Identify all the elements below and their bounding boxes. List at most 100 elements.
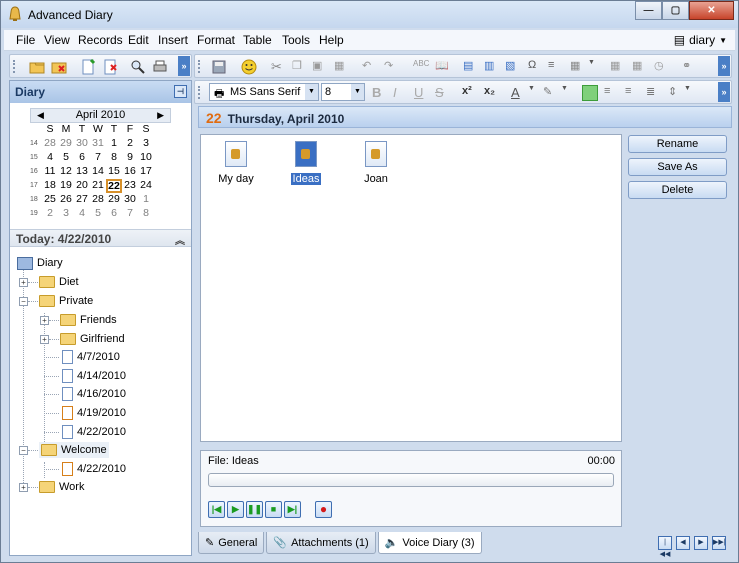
line-spacing-icon[interactable]: ⇕ — [668, 85, 684, 101]
cut-icon[interactable]: ✂ — [271, 59, 287, 75]
font-color-icon[interactable]: A — [511, 85, 527, 101]
highlight-dropdown-icon[interactable]: ▼ — [561, 85, 577, 101]
minimize-button[interactable]: — — [635, 1, 662, 20]
toolbar-grip[interactable] — [198, 60, 201, 73]
font-name-select[interactable]: 🖶 MS Sans Serif ▼ — [209, 83, 319, 101]
table-icon[interactable]: ▦ — [570, 59, 586, 75]
delete-button[interactable]: Delete — [628, 181, 727, 199]
prev-month-icon[interactable]: ◀ — [37, 109, 44, 122]
calendar-day[interactable]: 2 — [122, 137, 138, 151]
calendar-day[interactable]: 21 — [90, 179, 106, 193]
calendar-day[interactable]: 19 — [58, 179, 74, 193]
skip-start-icon[interactable]: |◀ — [208, 501, 225, 518]
calendar-day[interactable]: 13 — [74, 165, 90, 179]
tree-node-private[interactable]: Private — [39, 293, 93, 309]
calendar-day[interactable]: 8 — [106, 151, 122, 165]
save-as-button[interactable]: Save As — [628, 158, 727, 176]
toolbar-overflow-button[interactable]: » — [718, 82, 730, 102]
expand-icon[interactable]: + — [40, 316, 49, 325]
calendar-day[interactable]: 30 — [74, 137, 90, 151]
last-record-icon[interactable]: ▶▶| — [712, 536, 726, 550]
voice-file-item[interactable]: My day — [209, 141, 263, 185]
new-record-icon[interactable] — [80, 59, 96, 75]
save-icon[interactable] — [211, 59, 227, 75]
calendar-day[interactable]: 7 — [122, 207, 138, 221]
next-record-icon[interactable]: ▶ — [694, 536, 708, 550]
calendar-day[interactable]: 16 — [122, 165, 138, 179]
font-size-select[interactable]: 8 ▼ — [321, 83, 365, 101]
today-bar[interactable]: Today: 4/22/2010 ︽ — [10, 229, 191, 247]
copy-icon[interactable]: ❐ — [292, 59, 308, 75]
calendar-day[interactable]: 15 — [106, 165, 122, 179]
table-dropdown-icon[interactable]: ▼ — [588, 59, 604, 75]
calendar-day[interactable]: 5 — [58, 151, 74, 165]
menu-view[interactable]: View — [44, 33, 70, 47]
collapse-icon[interactable]: − — [19, 297, 28, 306]
calendar-day[interactable]: 5 — [90, 207, 106, 221]
calendar-day[interactable]: 25 — [42, 193, 58, 207]
insert-time-icon[interactable]: ◷ — [654, 59, 670, 75]
calendar-day[interactable]: 22 — [106, 179, 122, 193]
close-folder-icon[interactable] — [51, 59, 67, 75]
tree-node-record[interactable]: 4/16/2010 — [62, 386, 126, 402]
calendar-day[interactable]: 3 — [138, 137, 154, 151]
calendar-day[interactable]: 28 — [90, 193, 106, 207]
tree-node-diet[interactable]: Diet — [39, 274, 79, 290]
first-record-icon[interactable]: |◀◀ — [658, 536, 672, 558]
pin-icon[interactable]: ⊣ — [174, 85, 187, 98]
calendar-day[interactable]: 8 — [138, 207, 154, 221]
align-center-icon[interactable]: ≡ — [604, 85, 620, 101]
tree-node-record[interactable]: 4/22/2010 — [62, 424, 126, 440]
justify-icon[interactable]: ≣ — [646, 85, 662, 101]
tree-node-record[interactable]: 4/19/2010 — [62, 405, 126, 421]
calendar-day[interactable]: 26 — [58, 193, 74, 207]
calendar-day[interactable]: 6 — [106, 207, 122, 221]
tab-general[interactable]: ✎ General — [198, 532, 265, 554]
toolbar-grip[interactable] — [198, 86, 201, 99]
find-icon[interactable] — [130, 59, 146, 75]
tree-node-girlfriend[interactable]: Girlfriend — [60, 331, 125, 347]
calendar-day[interactable]: 1 — [106, 137, 122, 151]
rename-button[interactable]: Rename — [628, 135, 727, 153]
calendar-day[interactable]: 29 — [58, 137, 74, 151]
dictionary-icon[interactable]: 📖 — [435, 59, 451, 75]
toolbar-overflow-button[interactable]: » — [178, 56, 190, 76]
tab-attachments[interactable]: 📎 Attachments (1) — [266, 532, 376, 554]
skip-end-icon[interactable]: ▶| — [284, 501, 301, 518]
superscript-icon[interactable]: x² — [462, 85, 478, 101]
insert-symbol-icon[interactable]: Ω — [528, 59, 544, 75]
calendar-day[interactable]: 18 — [42, 179, 58, 193]
strikethrough-icon[interactable]: S — [435, 85, 451, 101]
tree-node-friends[interactable]: Friends — [60, 312, 117, 328]
calendar-day[interactable]: 28 — [42, 137, 58, 151]
menu-records[interactable]: Records — [78, 33, 123, 47]
calendar-day[interactable]: 27 — [74, 193, 90, 207]
calendar-day[interactable]: 30 — [122, 193, 138, 207]
calendar-day[interactable]: 24 — [138, 179, 154, 193]
playback-progress-bar[interactable] — [208, 473, 614, 487]
line-spacing-dropdown-icon[interactable]: ▼ — [684, 85, 700, 101]
insert-date-icon[interactable]: ▦ — [610, 59, 626, 75]
voice-file-item[interactable]: Ideas — [279, 141, 333, 185]
tree-node-record[interactable]: 4/14/2010 — [62, 368, 126, 384]
redo-icon[interactable]: ↷ — [384, 59, 400, 75]
tab-voice-diary[interactable]: 🔈 Voice Diary (3) — [377, 532, 482, 554]
highlight-icon[interactable]: ✎ — [543, 85, 559, 101]
tree-node-diary[interactable]: Diary — [17, 255, 63, 271]
calendar-day[interactable]: 17 — [138, 165, 154, 179]
menu-format[interactable]: Format — [197, 33, 235, 47]
text-box-icon[interactable]: ▤ — [463, 59, 479, 75]
pause-icon[interactable]: ❚❚ — [246, 501, 263, 518]
calendar-day[interactable]: 29 — [106, 193, 122, 207]
calendar-day[interactable]: 9 — [122, 151, 138, 165]
prev-record-icon[interactable]: ◀ — [676, 536, 690, 550]
tree-node-welcome[interactable]: Welcome — [39, 442, 109, 458]
calendar-day[interactable]: 4 — [74, 207, 90, 221]
calendar-day[interactable]: 11 — [42, 165, 58, 179]
close-button[interactable]: ✕ — [689, 1, 734, 20]
stop-icon[interactable]: ■ — [265, 501, 282, 518]
record-icon[interactable]: ● — [315, 501, 332, 518]
calendar-day[interactable]: 4 — [42, 151, 58, 165]
collapse-icon[interactable]: − — [19, 446, 28, 455]
calendar-day[interactable]: 23 — [122, 179, 138, 193]
